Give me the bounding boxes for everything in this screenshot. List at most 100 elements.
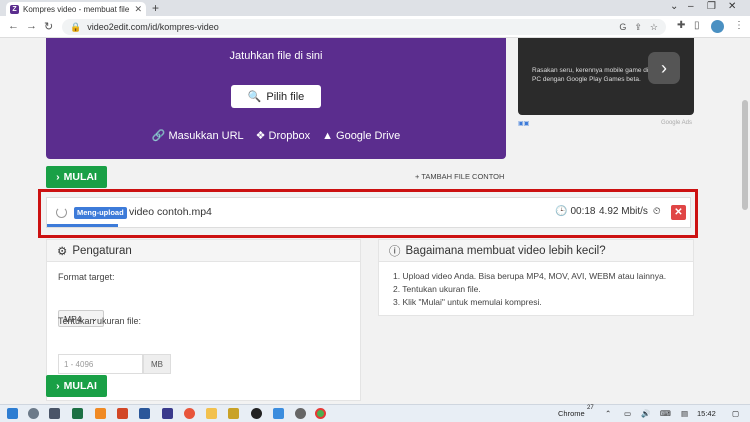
start-button-top[interactable]: › MULAI: [46, 166, 107, 188]
clock-icon: 🕒: [555, 206, 568, 217]
photos-icon[interactable]: [228, 408, 239, 419]
obs-icon[interactable]: [251, 408, 262, 419]
reload-icon[interactable]: ↻: [44, 20, 53, 33]
share-icon[interactable]: ⇪: [634, 22, 642, 33]
excel-icon[interactable]: [72, 408, 83, 419]
choose-file-button[interactable]: 🔍 Pilih file: [231, 85, 321, 108]
upload-progress-bar: [47, 224, 118, 227]
extensions-icon[interactable]: ✚: [677, 20, 685, 31]
elapsed-value: 00:18: [570, 206, 596, 217]
scrollbar-thumb[interactable]: [742, 100, 748, 210]
add-sample-file-link[interactable]: + TAMBAH FILE CONTOH: [415, 172, 504, 181]
uploading-file-row: Meng-upload video contoh.mp4 🕒 00:18 4.9…: [46, 197, 691, 228]
bookmark-star-icon[interactable]: ☆: [650, 22, 658, 33]
ad-text: Rasakan seru, kerennya mobile game di PC…: [532, 67, 649, 83]
powerpoint-icon[interactable]: [117, 408, 128, 419]
close-window-icon[interactable]: ✕: [728, 1, 736, 12]
google-drive-source-label: Google Drive: [336, 129, 401, 142]
help-step: 3. Klik "Mulai" untuk memulai kompresi.: [393, 297, 542, 307]
url-source-link[interactable]: 🔗 Masukkan URL: [151, 129, 244, 143]
url-source-label: Masukkan URL: [168, 129, 244, 142]
help-header: ⓘ Bagaimana membuat video lebih kecil?: [379, 240, 693, 262]
chrome-menu-icon[interactable]: ⋮: [734, 20, 744, 31]
task-view-icon[interactable]: [49, 408, 60, 419]
network-icon[interactable]: ▭: [624, 409, 631, 418]
advertisement[interactable]: Rasakan seru, kerennya mobile game di PC…: [518, 38, 694, 115]
tab-strip: Z Kompres video - membuat file vi ✕ + ⌄ …: [0, 0, 750, 16]
ad-footer-label: Google Ads: [660, 120, 692, 126]
site-favicon-icon: Z: [10, 4, 19, 14]
start-label-top: MULAI: [63, 171, 97, 183]
remove-file-button[interactable]: ✕: [671, 205, 686, 220]
file-name: video contoh.mp4: [129, 206, 212, 218]
settings-gear-icon[interactable]: [295, 408, 306, 419]
add-sample-file-label: TAMBAH FILE CONTOH: [421, 172, 505, 181]
url-text: video2edit.com/id/kompres-video: [87, 22, 219, 32]
clock-text[interactable]: 15:42: [697, 409, 716, 418]
help-title: Bagaimana membuat video lebih kecil?: [405, 244, 606, 257]
tray-icon[interactable]: ▤: [681, 409, 688, 418]
chevron-right-icon: ›: [56, 171, 60, 183]
tray-expand-icon[interactable]: ⌃: [605, 409, 611, 418]
gears-icon: ⚙: [57, 245, 68, 258]
settings-header: ⚙ Pengaturan: [47, 240, 360, 262]
help-step: 2. Tentukan ukuran file.: [393, 284, 481, 294]
back-icon[interactable]: ←: [8, 20, 19, 32]
volume-icon[interactable]: 🔊: [641, 409, 650, 418]
forward-icon[interactable]: →: [26, 20, 37, 32]
browser-tab[interactable]: Z Kompres video - membuat file vi ✕: [6, 2, 146, 16]
loading-spinner-icon: [56, 207, 67, 218]
screen-tool-icon[interactable]: [273, 408, 284, 419]
size-label: Tentukan ukuran file:: [58, 316, 142, 326]
taskbar: Chrome 27 ⌃ ▭ 🔊 ⌨ ▤ 15:42 ▢: [0, 404, 750, 422]
windows-start-icon[interactable]: [7, 408, 18, 419]
google-drive-source-link[interactable]: ▲ Google Drive: [322, 129, 400, 142]
tray-app-label: Chrome: [558, 409, 585, 418]
choose-file-label: Pilih file: [266, 90, 305, 103]
minimize-icon[interactable]: –: [688, 1, 694, 12]
word-icon[interactable]: [139, 408, 150, 419]
dropbox-source-link[interactable]: ❖ Dropbox: [255, 129, 311, 143]
tab-title: Kompres video - membuat file vi: [23, 4, 131, 14]
ad-footer: ▣▣ Google Ads: [518, 120, 694, 130]
file-size-input[interactable]: 1 - 4096: [58, 354, 143, 374]
close-tab-icon[interactable]: ✕: [134, 4, 142, 15]
search-icon[interactable]: [28, 408, 39, 419]
maximize-icon[interactable]: ❐: [707, 1, 716, 12]
info-icon: ⓘ: [389, 245, 401, 258]
profile-avatar[interactable]: [711, 20, 724, 33]
tab-search-icon[interactable]: ⌄: [670, 1, 678, 12]
dropbox-icon: ❖: [255, 130, 266, 142]
vlc-icon[interactable]: [95, 408, 106, 419]
upload-sources: 🔗 Masukkan URL ❖ Dropbox ▲ Google Drive: [46, 129, 506, 143]
format-label: Format target:: [58, 272, 115, 282]
dropbox-source-label: Dropbox: [268, 129, 311, 142]
file-explorer-icon[interactable]: [206, 408, 217, 419]
google-lens-icon[interactable]: G: [619, 22, 626, 33]
start-button-bottom[interactable]: › MULAI: [46, 375, 107, 397]
address-bar[interactable]: 🔒 video2edit.com/id/kompres-video G ⇪ ☆: [62, 19, 666, 35]
new-tab-button[interactable]: +: [152, 1, 159, 15]
lock-icon: 🔒: [70, 21, 82, 32]
settings-title: Pengaturan: [72, 244, 132, 257]
ad-arrow-icon[interactable]: ›: [648, 52, 680, 84]
gauge-icon: ⏲: [652, 206, 661, 217]
chrome-icon[interactable]: [315, 408, 326, 419]
start-label-bottom: MULAI: [63, 380, 97, 392]
link-icon: 🔗: [151, 130, 166, 142]
firefox-icon[interactable]: [184, 408, 195, 419]
sidebar-icon[interactable]: ▯: [694, 20, 700, 31]
speed-value: 4.92 Mbit/s: [599, 206, 648, 217]
notification-icon[interactable]: ▢: [732, 409, 739, 418]
search-icon: 🔍: [247, 91, 262, 103]
keyboard-icon[interactable]: ⌨: [660, 409, 671, 418]
upload-dropzone[interactable]: Jatuhkan file di sini 🔍 Pilih file 🔗 Mas…: [46, 38, 506, 159]
page-scrollbar[interactable]: [740, 38, 750, 404]
ad-choices-icon[interactable]: ▣▣: [518, 121, 529, 127]
media-player-icon[interactable]: [162, 408, 173, 419]
chevron-right-icon: ›: [56, 380, 60, 392]
help-step: 1. Upload video Anda. Bisa berupa MP4, M…: [393, 271, 667, 281]
page-content: Jatuhkan file di sini 🔍 Pilih file 🔗 Mas…: [0, 38, 740, 404]
help-steps: 1. Upload video Anda. Bisa berupa MP4, M…: [393, 270, 666, 309]
drop-text: Jatuhkan file di sini: [229, 50, 323, 62]
